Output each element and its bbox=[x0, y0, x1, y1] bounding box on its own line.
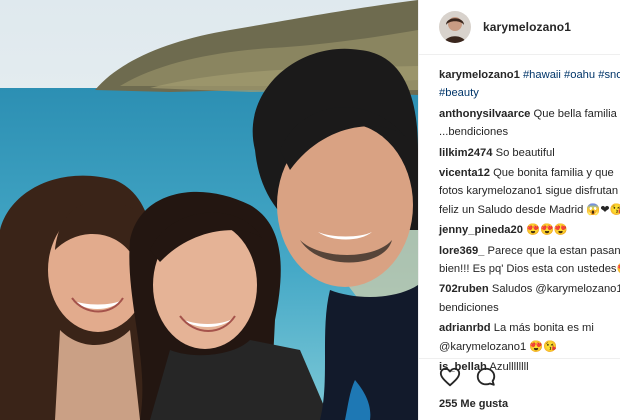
heart-icon[interactable] bbox=[439, 366, 461, 388]
post-header: karymelozano1 bbox=[419, 0, 620, 55]
caption-tags-line2[interactable]: #beauty bbox=[439, 87, 479, 99]
comment-text: Que bella familia bbox=[533, 107, 617, 120]
comment-icon[interactable] bbox=[475, 366, 497, 388]
comment-text: feliz un Saludo desde Madrid 😱❤😘 bbox=[439, 203, 620, 216]
comment-item: 702ruben Saludos @karymelozano1 bendicio… bbox=[439, 280, 620, 317]
post-photo[interactable] bbox=[0, 0, 418, 420]
post-sidebar: karymelozano1 karymelozano1 #hawaii #oah… bbox=[418, 0, 620, 420]
caption: karymelozano1 #hawaii #oahu #sno #beauty bbox=[439, 66, 620, 103]
post-author-username[interactable]: karymelozano1 bbox=[483, 20, 571, 34]
comment-text: fotos karymelozano1 sigue disfrutan bbox=[439, 185, 619, 198]
comment-text: Saludos @karymelozano1 bbox=[491, 283, 620, 296]
comment-text: ...bendiciones bbox=[439, 126, 509, 139]
comment-item: lore369_ Parece que la estan pasano bien… bbox=[439, 242, 620, 279]
comment-list: karymelozano1 #hawaii #oahu #sno #beauty… bbox=[439, 66, 620, 379]
comment-text: 😍😍😍 bbox=[526, 224, 568, 237]
comment-text: La más bonita es mi bbox=[493, 322, 594, 335]
like-count[interactable]: 255 Me gusta bbox=[439, 398, 508, 410]
divider bbox=[419, 358, 620, 359]
comment-item: vicenta12 Que bonita familia y que fotos… bbox=[439, 164, 620, 219]
comment-text: Que bonita familia y que bbox=[493, 167, 614, 180]
comment-username[interactable]: lilkim2474 bbox=[439, 147, 493, 159]
comment-username[interactable]: jenny_pineda20 bbox=[439, 224, 523, 236]
caption-username[interactable]: karymelozano1 bbox=[439, 69, 520, 81]
comment-username[interactable]: anthonysilvaarce bbox=[439, 108, 530, 120]
instagram-post: karymelozano1 karymelozano1 #hawaii #oah… bbox=[0, 0, 620, 420]
comment-item: jenny_pineda20 😍😍😍 bbox=[439, 221, 620, 239]
comment-item: adrianrbd La más bonita es mi @karymeloz… bbox=[439, 319, 620, 356]
comment-item: lilkim2474 So beautiful bbox=[439, 144, 620, 162]
comment-username[interactable]: lore369_ bbox=[439, 245, 484, 257]
caption-tags-line1[interactable]: #hawaii #oahu #sno bbox=[523, 69, 620, 81]
comment-item: anthonysilvaarce Que bella familia ...be… bbox=[439, 105, 620, 142]
comment-text: bien!!! Es pq' Dios esta con ustedes😍 bbox=[439, 263, 620, 276]
comment-username[interactable]: vicenta12 bbox=[439, 167, 490, 179]
avatar[interactable] bbox=[439, 11, 471, 43]
comment-text: Parece que la estan pasano bbox=[487, 244, 620, 257]
post-actions bbox=[439, 366, 511, 388]
comment-username[interactable]: 702ruben bbox=[439, 283, 489, 295]
family-selfie-beach-photo bbox=[0, 0, 418, 420]
comment-username[interactable]: adrianrbd bbox=[439, 322, 491, 334]
comment-text: bendiciones bbox=[439, 301, 499, 314]
comment-text: @karymelozano1 😍😘 bbox=[439, 340, 558, 353]
profile-avatar-icon bbox=[439, 11, 471, 43]
comment-text: So beautiful bbox=[495, 146, 555, 159]
